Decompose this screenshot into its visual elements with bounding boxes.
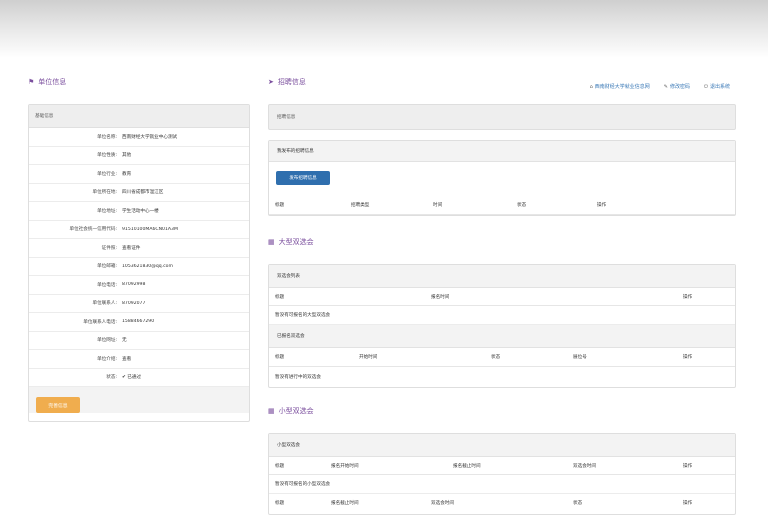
unit-field-link[interactable]: 查看 [122, 356, 249, 362]
home-icon: ⌂ [589, 84, 593, 90]
large-fair-list-header: 双选会列表 [269, 265, 735, 288]
recruit-panel-header: 招聘信息 [277, 115, 296, 120]
unit-field-row: 证件照: 查看证件 [29, 239, 249, 258]
unit-field-label: 单位联系人电话: [83, 319, 117, 325]
small-fair-empty-row: 暂没有可报名的小型双选会 [269, 475, 735, 494]
calendar-icon: ▦ [268, 238, 275, 246]
unit-field-list: 单位名称: 西南财经大学就业中心测试单位性质: 其他单位行业: 教育单位所在地: 四川省… [29, 128, 249, 387]
key-icon: ✎ [663, 84, 668, 90]
unit-field-label: 单位联系人: [92, 301, 117, 307]
unit-field-value: 学生活动中心一楼 [122, 208, 159, 214]
top-banner [0, 0, 768, 58]
change-password-link[interactable]: ✎ 修改密码 [664, 83, 690, 90]
large-fair-empty-row: 暂没有可报名的大型双选会 [269, 306, 735, 325]
unit-field-row: 单位网址: 无 [29, 332, 249, 350]
unit-field-label: 单位电话: [97, 282, 117, 288]
power-icon: ⏻ [704, 84, 708, 90]
recruit-table-header: 标题 招聘类型 时间 状态 操作 [269, 195, 735, 215]
small-fair-list-header: 小型双选会 [269, 434, 735, 457]
unit-field-label: 单位社会统一信用代码: [69, 227, 118, 233]
small-fair-panel: 小型双选会 标题 报名开始时间 报名截止时间 双选会时间 操作 暂没有可报名的小… [268, 433, 736, 515]
publish-recruit-button[interactable]: 发布招聘信息 [276, 171, 330, 185]
logout-link[interactable]: ⏻ 退出系统 [704, 83, 730, 90]
small-fair-registered-table-header: 标题 报名截止时间 双选会时间 状态 操作 [275, 501, 693, 506]
registered-fair-empty-row: 暂没有进行中的双选会 [275, 374, 321, 380]
unit-field-label: 单位邮箱: [97, 264, 117, 270]
edit-info-button[interactable]: 完善信息 [36, 397, 80, 413]
unit-field-row: 单位行业: 教育 [29, 165, 249, 184]
unit-field-link[interactable]: 查看证件 [122, 245, 249, 251]
unit-field-row: 单位地址: 学生活动中心一楼 [29, 202, 249, 221]
large-fair-section-title: ▦ 大型双选会 [268, 238, 314, 246]
unit-field-label: 单位地址: [97, 208, 117, 214]
unit-section-title: ⚑ 单位信息 [28, 78, 67, 86]
unit-info-panel: 基础信息 单位名称: 西南财经大学就业中心测试单位性质: 其他单位行业: 教育单位所在… [28, 104, 250, 422]
unit-field-label: 单位性质: [97, 153, 117, 159]
unit-field-label: 单位介绍: [97, 356, 117, 362]
unit-field-value: 87092077 [122, 300, 146, 306]
unit-field-value: 西南财经大学就业中心测试 [122, 134, 178, 140]
unit-field-label: 单位名称: [97, 134, 117, 140]
unit-field-value: 87092998 [122, 282, 146, 288]
small-fair-section-title: ▦ 小型双选会 [268, 407, 314, 415]
unit-field-label: 单位网址: [97, 338, 117, 344]
small-fair-table-header: 标题 报名开始时间 报名截止时间 双选会时间 操作 [269, 457, 735, 475]
unit-field-row: 单位所在地: 四川省成都市温江区 [29, 184, 249, 202]
unit-panel-header: 基础信息 [29, 105, 249, 128]
recruit-header-panel: 招聘信息 [268, 104, 736, 130]
unit-field-row: 单位介绍: 查看 [29, 350, 249, 369]
unit-field-label: 单位行业: [97, 171, 117, 177]
unit-field-value: 无 [122, 338, 127, 344]
unit-field-label: 状态: [106, 375, 117, 381]
unit-field-value: 教育 [122, 171, 132, 177]
unit-field-value: 1053621830@qq.com [122, 263, 173, 269]
unit-field-value: 其他 [122, 153, 132, 159]
recruit-section-title: ➤ 招聘信息 [268, 78, 306, 86]
unit-field-row: 单位联系人: 87092077 [29, 295, 249, 313]
unit-field-row: 单位社会统一信用代码: 91510100MA6CN01A3M [29, 221, 249, 239]
registered-fair-header: 已报名双选会 [269, 325, 735, 348]
unit-field-value: 91510100MA6CN01A3M [122, 226, 178, 232]
unit-field-row: 单位名称: 西南财经大学就业中心测试 [29, 128, 249, 147]
unit-field-row: 单位邮箱: 1053621830@qq.com [29, 258, 249, 276]
recruit-list-panel: 我发布的招聘信息 发布招聘信息 标题 招聘类型 时间 状态 操作 [268, 140, 736, 216]
large-fair-table-header: 标题 报名时间 操作 [269, 288, 735, 306]
unit-field-row: 状态: ✔ 已通过 [29, 369, 249, 387]
unit-field-value: 15884667290 [122, 319, 155, 325]
unit-field-value: 四川省成都市温江区 [122, 190, 164, 196]
unit-field-row: 单位性质: 其他 [29, 147, 249, 165]
top-link-bar: ⌂ 西南财经大学就业信息网 ✎ 修改密码 ⏻ 退出系统 [590, 83, 730, 90]
flag-icon: ⚑ [28, 78, 35, 86]
unit-field-label: 单位所在地: [92, 190, 117, 196]
calendar-icon: ▦ [268, 407, 275, 415]
unit-field-row: 单位电话: 87092998 [29, 276, 249, 295]
recruit-sub-header: 我发布的招聘信息 [269, 141, 735, 162]
home-link[interactable]: ⌂ 西南财经大学就业信息网 [590, 83, 650, 90]
unit-field-row: 单位联系人电话: 15884667290 [29, 313, 249, 332]
large-fair-panel: 双选会列表 标题 报名时间 操作 暂没有可报名的大型双选会 已报名双选会 标题 … [268, 264, 736, 388]
paper-plane-icon: ➤ [268, 78, 274, 86]
unit-field-value: ✔ 已通过 [122, 375, 142, 381]
unit-field-label: 证件照: [101, 245, 117, 251]
registered-fair-table-header: 标题 开始时间 状态 展位号 操作 [269, 348, 735, 367]
